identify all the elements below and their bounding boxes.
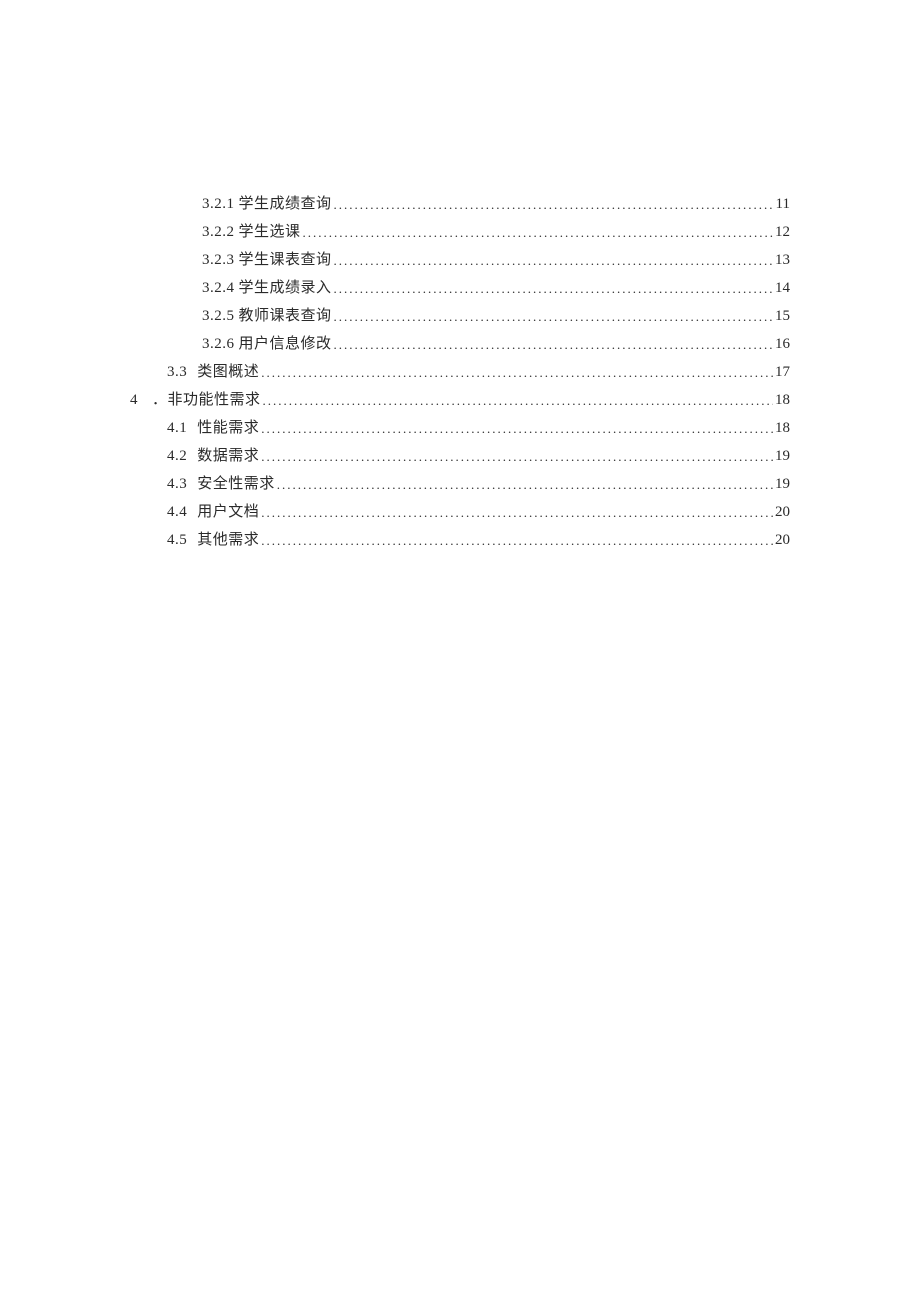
toc-leader [261, 527, 773, 555]
toc-number: 3.2.2 [202, 219, 235, 246]
toc-entry: 3.2.1学生成绩查询 11 [202, 190, 790, 218]
toc-page: 12 [775, 219, 790, 246]
toc-title: 学生课表查询 [239, 252, 332, 268]
toc-page: 18 [775, 415, 790, 442]
toc-number: 4 [130, 387, 138, 414]
toc-entry: 3.3 类图概述 17 [167, 358, 790, 386]
toc-number: 3.3 [167, 359, 187, 386]
toc-page: 15 [775, 303, 790, 330]
toc-leader [334, 303, 773, 331]
toc-number: 4.5 [167, 527, 187, 554]
toc-entry: 3.2.4学生成绩录入 14 [202, 274, 790, 302]
toc-page: 20 [775, 527, 790, 554]
toc-number: 4.1 [167, 415, 187, 442]
toc-title: 学生成绩查询 [239, 196, 332, 212]
toc-leader [261, 415, 773, 443]
toc-title: 数据需求 [197, 448, 259, 464]
toc-number: 3.2.6 [202, 331, 235, 358]
toc-title: 学生选课 [239, 224, 301, 240]
toc-title: 性能需求 [197, 420, 259, 436]
toc-entry: 4 ．非功能性需求 18 [130, 386, 790, 414]
toc-entry: 3.2.2学生选课 12 [202, 218, 790, 246]
toc-number: 4.4 [167, 499, 187, 526]
toc-page: 14 [775, 275, 790, 302]
toc-container: 3.2.1学生成绩查询 11 3.2.2学生选课 12 3.2.3学生课表查询 … [130, 190, 790, 554]
toc-leader [261, 359, 773, 387]
toc-leader [277, 471, 773, 499]
toc-entry: 4.5 其他需求 20 [167, 526, 790, 554]
toc-title: 用户信息修改 [239, 336, 332, 352]
toc-page: 11 [776, 191, 790, 218]
toc-page: 19 [775, 471, 790, 498]
toc-title: 学生成绩录入 [239, 280, 332, 296]
toc-number: 3.2.4 [202, 275, 235, 302]
toc-leader [334, 191, 774, 219]
toc-number: 4.2 [167, 443, 187, 470]
toc-leader [334, 247, 773, 275]
toc-leader [261, 443, 773, 471]
toc-leader [261, 499, 773, 527]
toc-number: 3.2.3 [202, 247, 235, 274]
toc-leader [334, 331, 773, 359]
toc-entry: 4.4 用户文档 20 [167, 498, 790, 526]
toc-leader [334, 275, 773, 303]
toc-entry: 3.2.6用户信息修改 16 [202, 330, 790, 358]
toc-title: 教师课表查询 [239, 308, 332, 324]
toc-number: 3.2.1 [202, 191, 235, 218]
toc-title: 类图概述 [197, 364, 259, 380]
toc-page: 16 [775, 331, 790, 358]
toc-page: 19 [775, 443, 790, 470]
toc-page: 13 [775, 247, 790, 274]
toc-entry: 3.2.5教师课表查询 15 [202, 302, 790, 330]
toc-number: 3.2.5 [202, 303, 235, 330]
toc-entry: 4.3 安全性需求 19 [167, 470, 790, 498]
toc-title: 用户文档 [197, 504, 259, 520]
toc-leader [263, 387, 773, 415]
toc-entry: 4.1 性能需求 18 [167, 414, 790, 442]
toc-page: 20 [775, 499, 790, 526]
toc-title: ．非功能性需求 [152, 392, 261, 408]
toc-page: 17 [775, 359, 790, 386]
toc-entry: 4.2 数据需求 19 [167, 442, 790, 470]
toc-title: 其他需求 [197, 532, 259, 548]
toc-entry: 3.2.3学生课表查询 13 [202, 246, 790, 274]
toc-title: 安全性需求 [197, 476, 275, 492]
toc-leader [303, 219, 773, 247]
toc-number: 4.3 [167, 471, 187, 498]
toc-page: 18 [775, 387, 790, 414]
